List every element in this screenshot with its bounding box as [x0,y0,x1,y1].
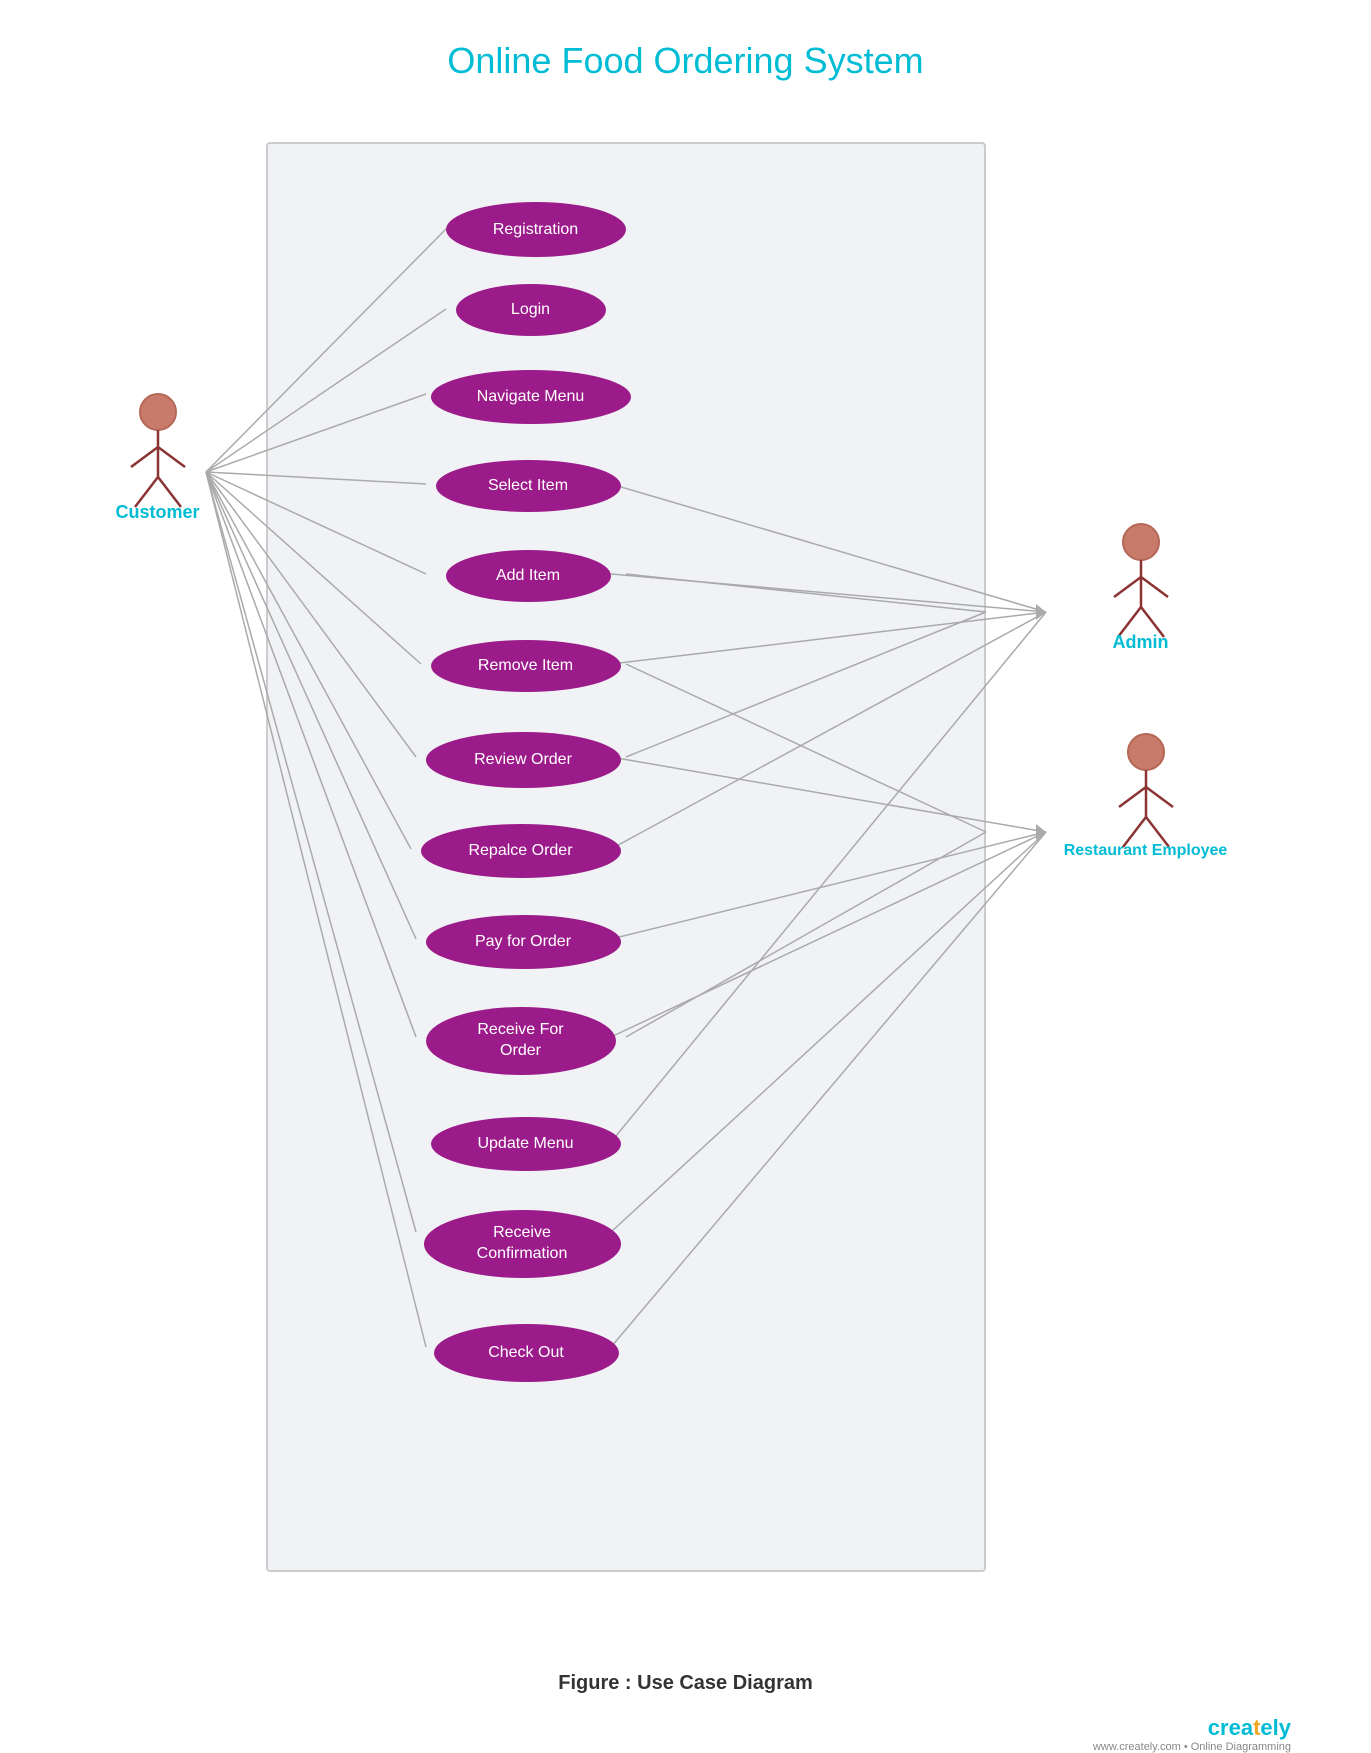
admin-label: Admin [1113,632,1169,653]
diagram-container: Customer Admin Restaurant Employee Regis… [86,112,1286,1662]
customer-label: Customer [116,502,200,523]
employee-label: Restaurant Employee [1064,842,1228,860]
uc-add-item: Add Item [446,550,611,602]
system-boundary [266,142,986,1572]
diagram-caption: Figure : Use Case Diagram [0,1672,1371,1695]
actor-employee: Restaurant Employee [1006,732,1286,860]
creately-branding: creately www.creately.com • Online Diagr… [0,1715,1291,1753]
actor-admin: Admin [1026,522,1256,653]
creately-dot: t [1253,1715,1260,1740]
uc-select-item: Select Item [436,460,621,512]
uc-receive-order: Receive For Order [426,1007,616,1075]
uc-checkout: Check Out [434,1324,619,1382]
uc-remove-item: Remove Item [431,640,621,692]
uc-navigate-menu: Navigate Menu [431,370,631,424]
uc-pay-order: Pay for Order [426,915,621,969]
uc-review-order: Review Order [426,732,621,788]
actor-customer: Customer [116,392,200,523]
uc-update-menu: Update Menu [431,1117,621,1171]
uc-replace-order: Repalce Order [421,824,621,878]
uc-receive-confirmation: Receive Confirmation [424,1210,621,1278]
uc-registration: Registration [446,202,626,257]
page-title: Online Food Ordering System [0,0,1371,82]
creately-url: www.creately.com • Online Diagramming [0,1741,1291,1753]
creately-logo-text: creately [1208,1715,1291,1740]
uc-login: Login [456,284,606,336]
